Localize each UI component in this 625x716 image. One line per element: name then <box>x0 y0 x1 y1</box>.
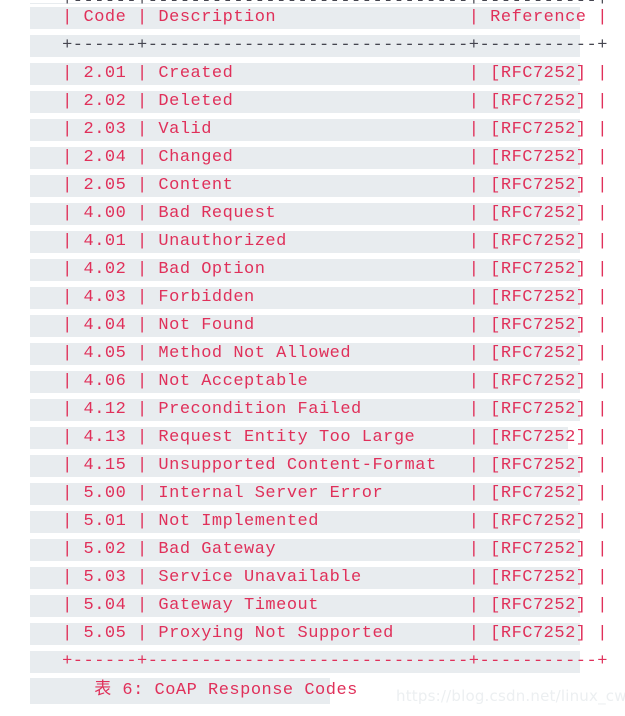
table-row-text: | 2.01 | Created | [RFC7252] | <box>30 64 608 83</box>
table-row: | 5.05 | Proxying Not Supported | [RFC72… <box>0 620 625 648</box>
table-row: | 5.01 | Not Implemented | [RFC7252] | <box>0 508 625 536</box>
table-row: | 5.04 | Gateway Timeout | [RFC7252] | <box>0 592 625 620</box>
table-row: | 4.01 | Unauthorized | [RFC7252] | <box>0 228 625 256</box>
table-row: | 2.02 | Deleted | [RFC7252] | <box>0 88 625 116</box>
table-row-text: | 2.03 | Valid | [RFC7252] | <box>30 120 608 139</box>
table-row-text: | 4.02 | Bad Option | [RFC7252] | <box>30 260 608 279</box>
table-row-text: | 4.04 | Not Found | [RFC7252] | <box>30 316 608 335</box>
table-row-text: | 5.00 | Internal Server Error | [RFC725… <box>30 484 608 503</box>
table-row-text: | 2.02 | Deleted | [RFC7252] | <box>30 92 608 111</box>
table-row: | 4.15 | Unsupported Content-Format | [R… <box>0 452 625 480</box>
table-row: | 2.01 | Created | [RFC7252] | <box>0 60 625 88</box>
table-row-text: | 5.04 | Gateway Timeout | [RFC7252] | <box>30 596 608 615</box>
table-header-row: | Code | Description | Reference | <box>0 4 625 32</box>
table-row-text: | 4.13 | Request Entity Too Large | [RFC… <box>30 428 608 447</box>
table-row-text: | 4.03 | Forbidden | [RFC7252] | <box>30 288 608 307</box>
table-row: | 4.13 | Request Entity Too Large | [RFC… <box>0 424 625 452</box>
table-rule-header: +------+------------------------------+-… <box>0 32 625 60</box>
table-row-text: | 2.04 | Changed | [RFC7252] | <box>30 148 608 167</box>
table-rule-header-text: +------+------------------------------+-… <box>30 36 608 55</box>
table-row-text: | 4.12 | Precondition Failed | [RFC7252]… <box>30 400 608 419</box>
table-row-text: | 4.00 | Bad Request | [RFC7252] | <box>30 204 608 223</box>
table-row: | 4.05 | Method Not Allowed | [RFC7252] … <box>0 340 625 368</box>
table-header-text: | Code | Description | Reference | <box>30 8 608 27</box>
csdn-watermark: https://blog.csdn.net/linux_cwg <box>396 687 625 705</box>
table-row-text: | 4.15 | Unsupported Content-Format | [R… <box>30 456 608 475</box>
table-row: | 5.02 | Bad Gateway | [RFC7252] | <box>0 536 625 564</box>
table-row-text: | 4.06 | Not Acceptable | [RFC7252] | <box>30 372 608 391</box>
table-row-text: | 5.03 | Service Unavailable | [RFC7252]… <box>30 568 608 587</box>
table-row: | 4.04 | Not Found | [RFC7252] | <box>0 312 625 340</box>
table-row-text: | 5.05 | Proxying Not Supported | [RFC72… <box>30 624 608 643</box>
table-row: | 4.02 | Bad Option | [RFC7252] | <box>0 256 625 284</box>
table-row-text: | 5.01 | Not Implemented | [RFC7252] | <box>30 512 608 531</box>
table-row: | 4.03 | Forbidden | [RFC7252] | <box>0 284 625 312</box>
table-row: | 5.03 | Service Unavailable | [RFC7252]… <box>0 564 625 592</box>
table-row: | 4.06 | Not Acceptable | [RFC7252] | <box>0 368 625 396</box>
table-row-text: | 4.01 | Unauthorized | [RFC7252] | <box>30 232 608 251</box>
table-row: | 5.00 | Internal Server Error | [RFC725… <box>0 480 625 508</box>
table-row-text: | 4.05 | Method Not Allowed | [RFC7252] … <box>30 344 608 363</box>
table-row: | 2.04 | Changed | [RFC7252] | <box>0 144 625 172</box>
table-row: | 4.12 | Precondition Failed | [RFC7252]… <box>0 396 625 424</box>
table-row-text: | 5.02 | Bad Gateway | [RFC7252] | <box>30 540 608 559</box>
table-row-text: | 2.05 | Content | [RFC7252] | <box>30 176 608 195</box>
table-row: | 2.03 | Valid | [RFC7252] | <box>0 116 625 144</box>
table-rule-bottom-text: +------+------------------------------+-… <box>30 652 608 671</box>
table-rule-bottom: +------+------------------------------+-… <box>0 648 625 676</box>
ascii-art-table: +------+------------------------------+-… <box>0 0 625 706</box>
table-row: | 4.00 | Bad Request | [RFC7252] | <box>0 200 625 228</box>
table-row: | 2.05 | Content | [RFC7252] | <box>0 172 625 200</box>
